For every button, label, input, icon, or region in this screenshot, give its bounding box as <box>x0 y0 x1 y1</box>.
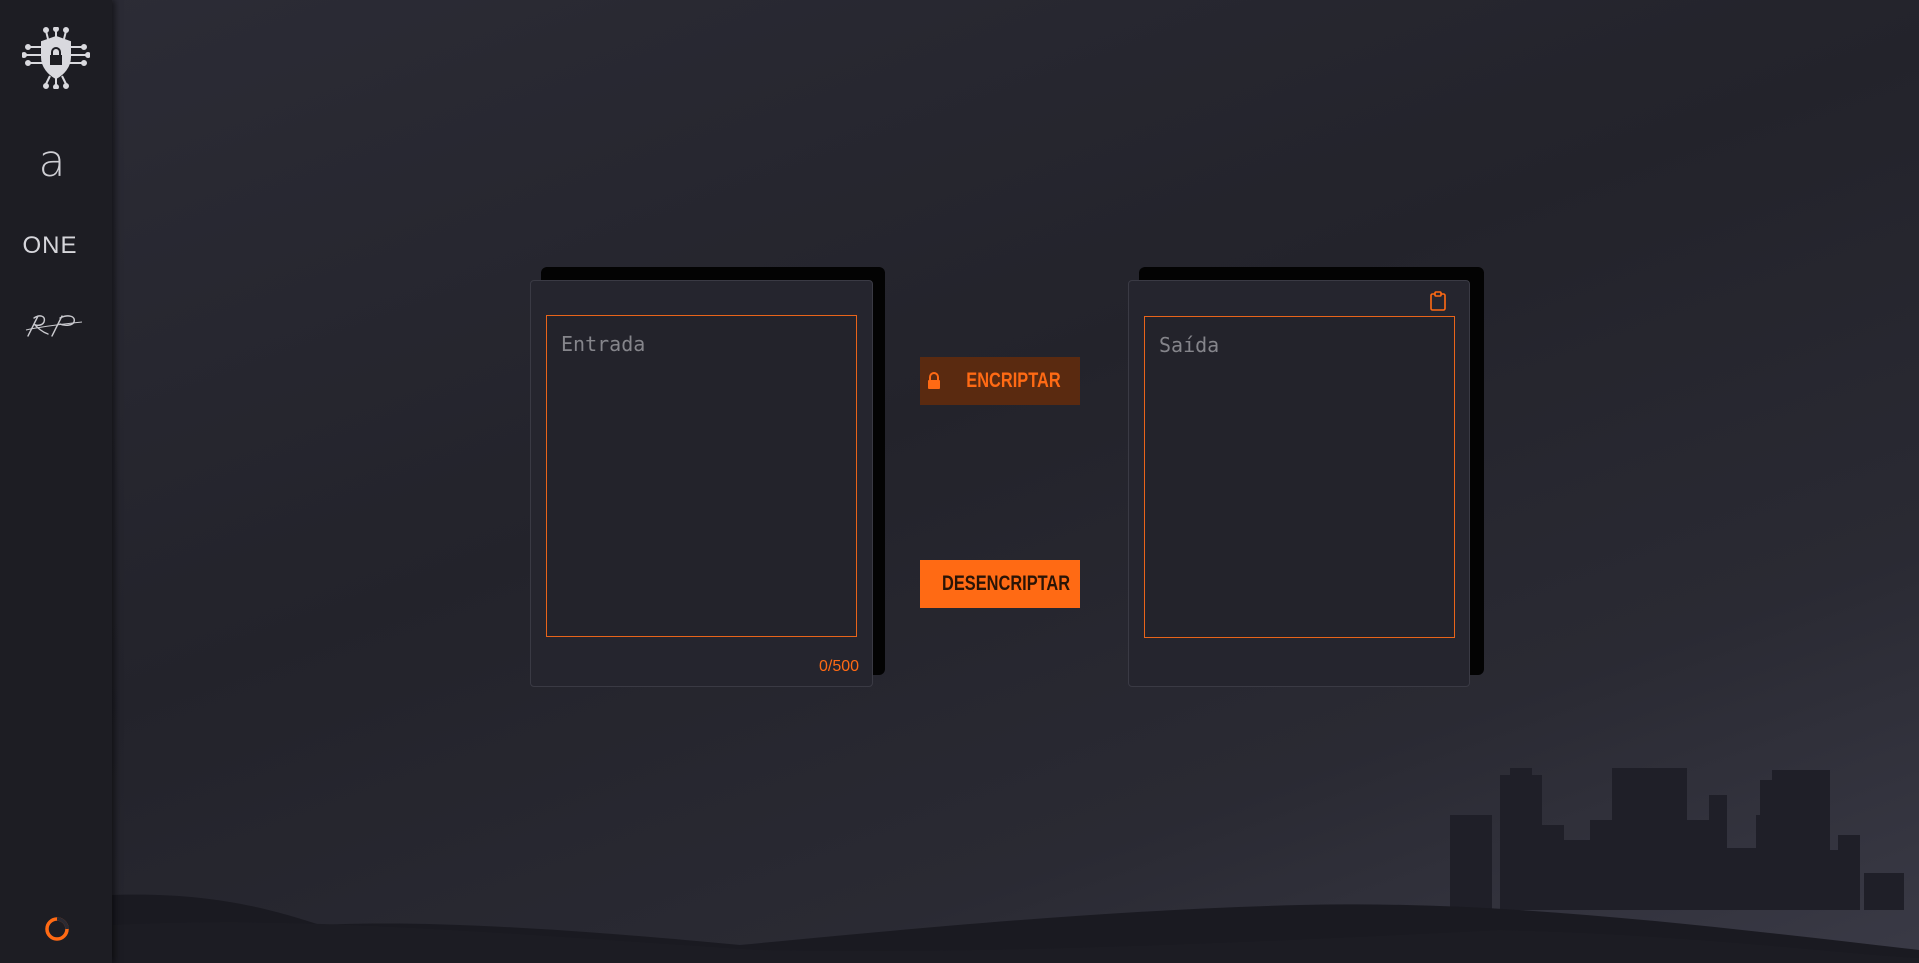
char-counter: 0/500 <box>819 658 860 675</box>
shield-lock-circuit-icon[interactable] <box>22 27 90 89</box>
loading-ring-icon <box>45 917 69 941</box>
encrypt-label: ENCRIPTAR <box>965 369 1061 392</box>
background-scenery <box>112 768 1919 963</box>
decrypt-button[interactable]: DESENCRIPTAR <box>920 560 1080 608</box>
sidebar: a ONE <box>0 0 112 963</box>
brand-letter: a <box>38 136 66 187</box>
signature-logo <box>25 315 83 337</box>
input-card: 0/500 <box>530 280 873 687</box>
output-card <box>1128 280 1470 687</box>
lock-closed-icon <box>927 372 940 389</box>
decrypt-label: DESENCRIPTAR <box>941 572 1071 595</box>
encrypt-button[interactable]: ENCRIPTAR <box>920 357 1080 405</box>
city-skyline <box>1450 768 1904 910</box>
clipboard-icon[interactable] <box>1427 290 1449 312</box>
input-textarea[interactable] <box>546 315 857 637</box>
output-textarea[interactable] <box>1144 316 1455 638</box>
brand-name: ONE <box>22 232 78 259</box>
